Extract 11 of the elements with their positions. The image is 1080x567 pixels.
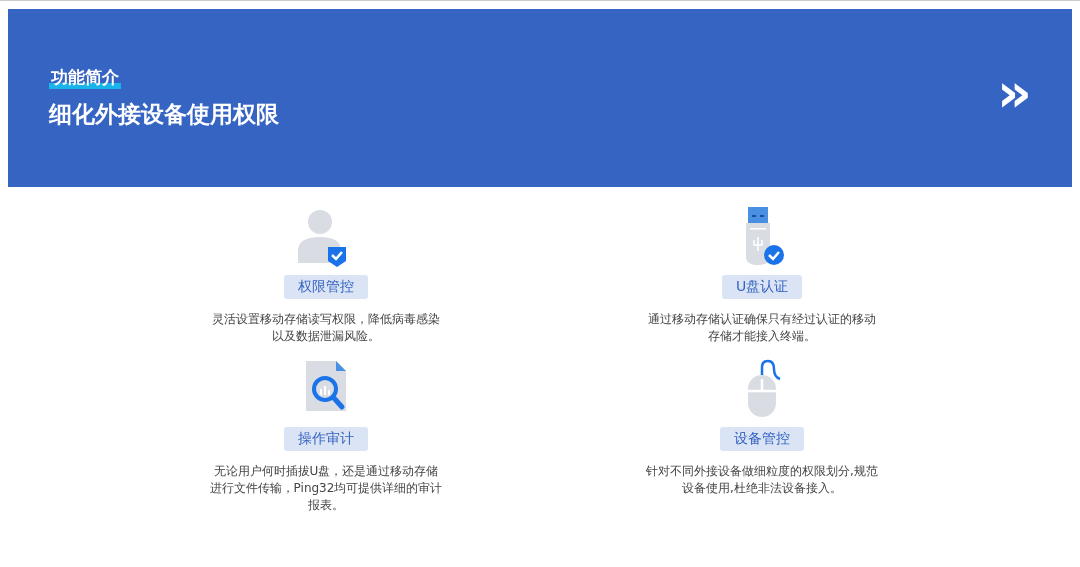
feature-tag: 权限管控 [284, 275, 368, 299]
feature-tag: U盘认证 [721, 275, 803, 299]
feature-description: 针对不同外接设备做细粒度的权限划分,规范设备使用,杜绝非法设备接入。 [645, 463, 879, 497]
feature-description: 通过移动存储认证确保只有经过认证的移动存储才能接入终端。 [647, 311, 877, 345]
feature-tag: 设备管控 [720, 427, 804, 451]
banner-title: 细化外接设备使用权限 [49, 100, 279, 129]
section-label: 功能简介 [49, 66, 121, 89]
feature-description: 灵活设置移动存储读写权限，降低病毒感染以及数据泄漏风险。 [211, 311, 441, 345]
double-chevron: » [997, 66, 1032, 120]
feature-description: 无论用户何时插拔U盘，还是通过移动存储进行文件传输，Ping32均可提供详细的审计报表。 [209, 463, 443, 514]
feature-tag: 操作审计 [284, 427, 368, 451]
